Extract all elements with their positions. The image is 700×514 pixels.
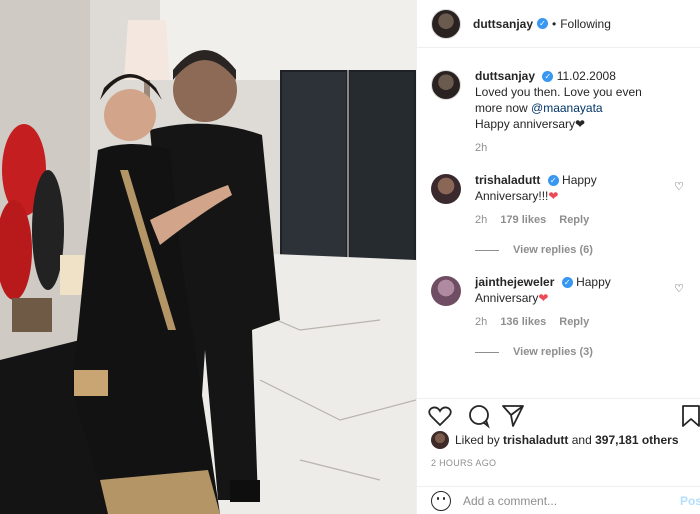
heart-emoji: ❤	[538, 291, 549, 305]
comment-meta: 2h 136 likes Reply	[475, 316, 670, 328]
likes-others[interactable]: 397,181 others	[595, 433, 678, 447]
verified-badge-icon: ✓	[547, 175, 559, 187]
author-username[interactable]: duttsanjay	[473, 17, 533, 31]
bookmark-icon[interactable]	[682, 405, 700, 427]
caption-avatar[interactable]	[431, 70, 461, 100]
caption-time[interactable]: 2h	[475, 142, 487, 154]
comment-avatar[interactable]	[431, 174, 461, 204]
view-replies-line	[475, 249, 499, 251]
comment-item: trishaladutt ✓ Happy Anniversary!!!❤ 2h …	[417, 172, 700, 226]
comment-likes[interactable]: 179 likes	[500, 214, 546, 226]
comment-username[interactable]: trishaladutt	[475, 173, 540, 187]
post-photo[interactable]	[0, 0, 416, 514]
action-icons	[428, 405, 700, 429]
reply-button[interactable]: Reply	[559, 214, 589, 226]
comment-avatar[interactable]	[431, 276, 461, 306]
post-header: duttsanjay ✓ • Following	[417, 0, 700, 48]
comment-text: jainthejeweler ✓ Happy Anniversary❤	[475, 274, 670, 306]
comment-likes[interactable]: 136 likes	[500, 316, 546, 328]
view-replies-button[interactable]: View replies (3)	[417, 346, 700, 358]
heart-outline-icon[interactable]: ♡	[674, 180, 684, 193]
view-replies-label: View replies (6)	[513, 244, 593, 256]
post-timestamp[interactable]: 2 HOURS AGO	[431, 458, 496, 468]
caption-mention[interactable]: @maanayata	[531, 101, 603, 115]
view-replies-line	[475, 351, 499, 353]
verified-badge-icon: ✓	[537, 18, 549, 29]
action-bar	[417, 398, 700, 429]
comments-list: duttsanjay ✓ 11.02.2008 Loved you then. …	[417, 68, 700, 358]
comment-text: trishaladutt ✓ Happy Anniversary!!!❤	[475, 172, 670, 204]
liker-avatar[interactable]	[431, 431, 449, 449]
author-avatar[interactable]	[431, 8, 461, 39]
comment-meta: 2h 179 likes Reply	[475, 214, 670, 226]
following-button[interactable]: Following	[560, 17, 611, 31]
reply-button[interactable]: Reply	[559, 316, 589, 328]
smiley-icon[interactable]	[431, 490, 451, 511]
couple-photo-image	[0, 0, 416, 514]
comment-input[interactable]	[463, 493, 663, 508]
heart-outline-icon[interactable]: ♡	[674, 282, 684, 295]
caption-line-2: Happy anniversary❤	[475, 117, 586, 131]
add-comment-bar: Post	[417, 486, 700, 514]
post-comment-button[interactable]: Post	[680, 494, 700, 508]
separator-dot: •	[552, 16, 557, 31]
liker-username[interactable]: trishaladutt	[503, 433, 568, 447]
caption-date: 11.02.2008	[556, 69, 616, 83]
caption-username[interactable]: duttsanjay	[475, 69, 535, 83]
likes-prefix: Liked by	[455, 433, 500, 447]
caption: duttsanjay ✓ 11.02.2008 Loved you then. …	[417, 68, 700, 154]
post-side-panel: duttsanjay ✓ • Following duttsanjay ✓ 11…	[416, 0, 700, 514]
verified-badge-icon: ✓	[561, 277, 573, 289]
caption-text: duttsanjay ✓ 11.02.2008 Loved you then. …	[475, 68, 670, 132]
view-replies-button[interactable]: View replies (6)	[417, 244, 700, 256]
heart-emoji: ❤	[548, 189, 559, 203]
caption-meta: 2h	[475, 142, 670, 154]
comment-bubble-icon[interactable]	[469, 405, 490, 429]
verified-badge-icon: ✓	[542, 71, 554, 83]
comment-username[interactable]: jainthejeweler	[475, 275, 554, 289]
comment-item: jainthejeweler ✓ Happy Anniversary❤ 2h 1…	[417, 274, 700, 328]
paper-plane-icon[interactable]	[502, 405, 524, 427]
view-replies-label: View replies (3)	[513, 346, 593, 358]
comment-time[interactable]: 2h	[475, 316, 487, 328]
like-heart-icon[interactable]	[428, 406, 452, 427]
comment-time[interactable]: 2h	[475, 214, 487, 226]
likes-and: and	[571, 433, 592, 447]
likes-summary: Liked by trishaladutt and 397,181 others	[431, 431, 679, 449]
